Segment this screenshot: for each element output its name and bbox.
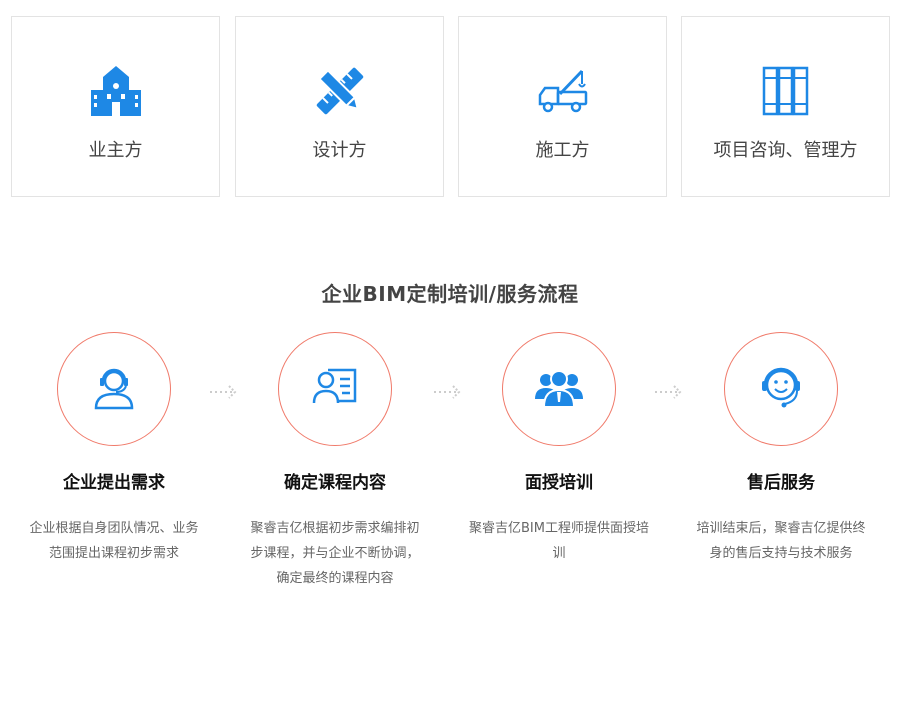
building-icon [12,63,219,119]
step-title: 确定课程内容 [284,473,386,493]
step-description: 聚睿吉亿BIM工程师提供面授培训 [469,521,649,561]
step-description: 企业根据自身团队情况、业务范围提出课程初步需求 [29,521,199,561]
card-designer[interactable]: 设计方 [235,16,444,197]
card-label: 设计方 [312,140,367,161]
step-description: 培训结束后，聚睿吉亿提供终身的售后支持与技术服务 [696,521,866,561]
step-title: 面授培训 [525,473,593,493]
dotted-arrow-icon [210,382,240,402]
books-icon [682,63,889,119]
card-label: 业主方 [88,140,143,161]
step-description: 聚睿吉亿根据初步需求编排初步课程，并与企业不断协调，确定最终的课程内容 [250,521,420,586]
headset-agent-icon [91,364,137,414]
card-owner[interactable]: 业主方 [11,16,220,197]
section-title: 企业BIM定制培训/服务流程 [321,282,579,306]
step-circle [724,332,838,446]
dotted-arrow-icon [655,382,685,402]
group-people-icon [535,367,583,411]
card-label: 施工方 [535,140,590,161]
step-circle [278,332,392,446]
step-title: 售后服务 [747,473,815,493]
step-title: 企业提出需求 [63,473,165,493]
step-circle [502,332,616,446]
audience-cards: 业主方 设计方 施工方 项目咨询、管理方 [11,16,891,199]
card-constructor[interactable]: 施工方 [458,16,667,197]
crane-truck-icon [459,63,666,119]
dotted-arrow-icon [434,382,464,402]
pencil-ruler-icon [236,63,443,119]
smile-headset-icon [758,364,804,414]
card-label: 项目咨询、管理方 [713,140,858,161]
profile-card-icon [312,367,358,411]
step-circle [57,332,171,446]
card-consulting[interactable]: 项目咨询、管理方 [681,16,890,197]
